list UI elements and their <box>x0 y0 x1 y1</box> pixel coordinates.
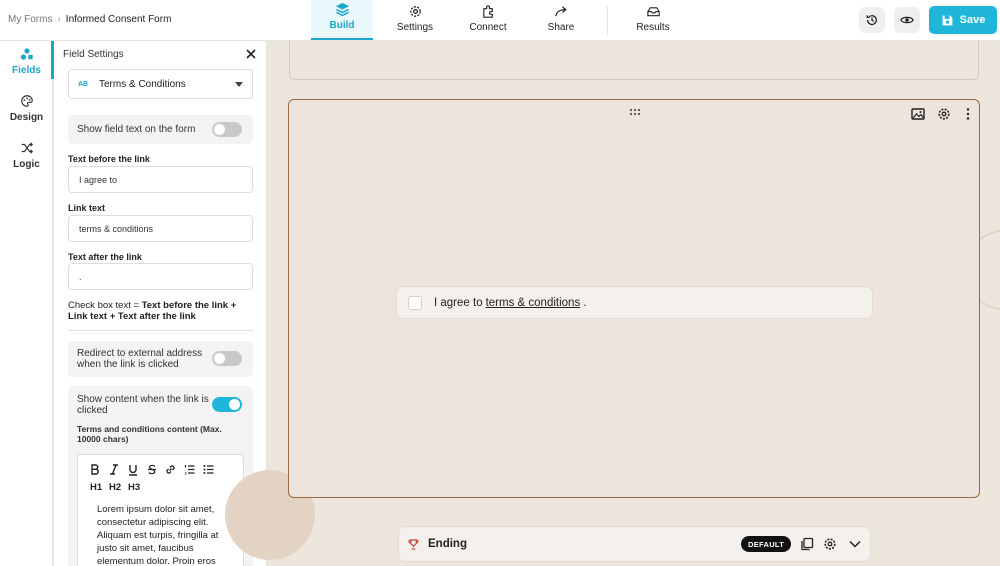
nav-divider <box>607 6 608 35</box>
consent-text-after: . <box>583 296 587 309</box>
chevron-down-icon <box>235 82 243 87</box>
text-after-label: Text after the link <box>68 252 142 262</box>
note-prefix: Check box text = <box>68 300 142 311</box>
consent-checkbox[interactable] <box>408 295 422 310</box>
show-content-toggle[interactable] <box>212 397 242 412</box>
heading2-button[interactable]: H2 <box>109 482 121 493</box>
rail-logic-label: Logic <box>13 159 40 170</box>
section-divider <box>68 330 254 331</box>
breadcrumb-separator: › <box>57 14 61 25</box>
panel-title: Field Settings <box>63 49 124 60</box>
preview-button[interactable] <box>894 7 920 33</box>
floppy-icon <box>942 15 953 25</box>
more-vertical-icon[interactable] <box>961 107 975 121</box>
tab-build-label: Build <box>329 20 355 31</box>
bold-icon[interactable] <box>90 464 100 475</box>
top-bar: My Forms › Informed Consent Form Build S… <box>0 0 1000 41</box>
eye-icon <box>900 16 914 24</box>
text-before-input[interactable]: I agree to <box>68 166 253 193</box>
share-arrow-icon <box>554 6 567 17</box>
text-field-icon: AB <box>78 80 89 88</box>
breadcrumb: My Forms › Informed Consent Form <box>8 14 171 25</box>
show-field-text-row: Show field text on the form <box>68 115 253 144</box>
left-rail: Fields Design Logic <box>0 41 54 566</box>
gear-icon[interactable] <box>823 537 837 551</box>
consent-checkbox-row[interactable]: I agree to terms & conditions . <box>396 286 873 319</box>
field-type-value: Terms & Conditions <box>99 78 186 90</box>
inbox-icon <box>646 7 660 17</box>
rail-fields[interactable]: Fields <box>0 41 54 79</box>
checkbox-text-note: Check box text = Text before the link + … <box>68 300 258 322</box>
terms-link[interactable]: terms & conditions <box>486 297 581 309</box>
puzzle-icon <box>482 5 493 18</box>
duplicate-icon[interactable] <box>800 537 814 551</box>
link-text-label: Link text <box>68 203 106 213</box>
link-text-input[interactable]: terms & conditions <box>68 215 253 242</box>
bullet-list-icon[interactable] <box>203 464 214 475</box>
tab-build[interactable]: Build <box>311 0 373 40</box>
gear-icon <box>409 6 421 17</box>
default-badge: DEFAULT <box>741 536 792 552</box>
palette-icon <box>20 95 33 107</box>
text-after-input[interactable]: . <box>68 263 253 290</box>
field-type-select[interactable]: AB Terms & Conditions <box>68 69 253 99</box>
shuffle-icon <box>21 142 33 154</box>
tab-results-label: Results <box>636 22 670 33</box>
close-icon[interactable] <box>245 48 257 60</box>
svg-text:2: 2 <box>185 471 188 476</box>
breadcrumb-current: Informed Consent Form <box>65 14 172 25</box>
rich-text-editor[interactable]: 2 H1 H2 H3 Lorem ipsum dolor sit amet, c… <box>77 454 244 566</box>
history-button[interactable] <box>859 7 885 33</box>
heading1-button[interactable]: H1 <box>90 482 102 493</box>
show-content-label: Show content when the link is clicked <box>77 394 209 416</box>
tab-connect-label: Connect <box>469 22 507 33</box>
consent-text-before: I agree to <box>434 296 483 309</box>
heading3-button[interactable]: H3 <box>128 482 140 493</box>
redirect-row: Redirect to external address when the li… <box>68 341 253 377</box>
form-card[interactable]: I agree to terms & conditions . <box>288 99 980 498</box>
ending-card[interactable]: Ending DEFAULT <box>398 526 871 562</box>
strikethrough-icon[interactable] <box>147 464 157 475</box>
show-field-text-label: Show field text on the form <box>77 124 196 135</box>
italic-icon[interactable] <box>109 464 119 475</box>
chevron-down-icon[interactable] <box>848 537 862 551</box>
tab-share[interactable]: Share <box>530 0 592 40</box>
underline-icon[interactable] <box>128 464 138 476</box>
image-icon[interactable] <box>911 107 925 121</box>
ending-label: Ending <box>428 538 467 550</box>
tab-settings[interactable]: Settings <box>384 0 446 40</box>
rail-design[interactable]: Design <box>0 94 53 123</box>
history-icon <box>866 15 877 26</box>
previous-card[interactable] <box>289 40 979 80</box>
drag-handle-icon[interactable] <box>629 108 641 116</box>
text-before-label: Text before the link <box>68 154 150 164</box>
tab-settings-label: Settings <box>396 22 434 33</box>
layers-icon <box>335 2 349 17</box>
save-label: Save <box>959 14 986 26</box>
redirect-label: Redirect to external address when the li… <box>77 348 203 370</box>
tab-results[interactable]: Results <box>622 0 684 40</box>
gear-icon[interactable] <box>937 107 951 121</box>
content-label: Terms and conditions content (Max. 10000… <box>77 424 222 444</box>
show-field-text-toggle[interactable] <box>212 122 242 137</box>
rail-design-label: Design <box>9 112 44 123</box>
trophy-icon <box>408 539 419 550</box>
ordered-list-icon[interactable]: 2 <box>184 464 195 475</box>
tab-connect[interactable]: Connect <box>457 0 519 40</box>
redirect-toggle[interactable] <box>212 351 242 366</box>
breadcrumb-my-forms[interactable]: My Forms <box>8 14 52 25</box>
link-icon[interactable] <box>165 464 176 475</box>
rail-fields-label: Fields <box>12 65 41 76</box>
rail-logic[interactable]: Logic <box>0 141 53 170</box>
editor-content[interactable]: Lorem ipsum dolor sit amet, consectetur … <box>97 503 237 566</box>
shapes-icon <box>20 48 33 60</box>
tab-share-label: Share <box>547 22 575 33</box>
save-button[interactable]: Save <box>929 6 997 34</box>
